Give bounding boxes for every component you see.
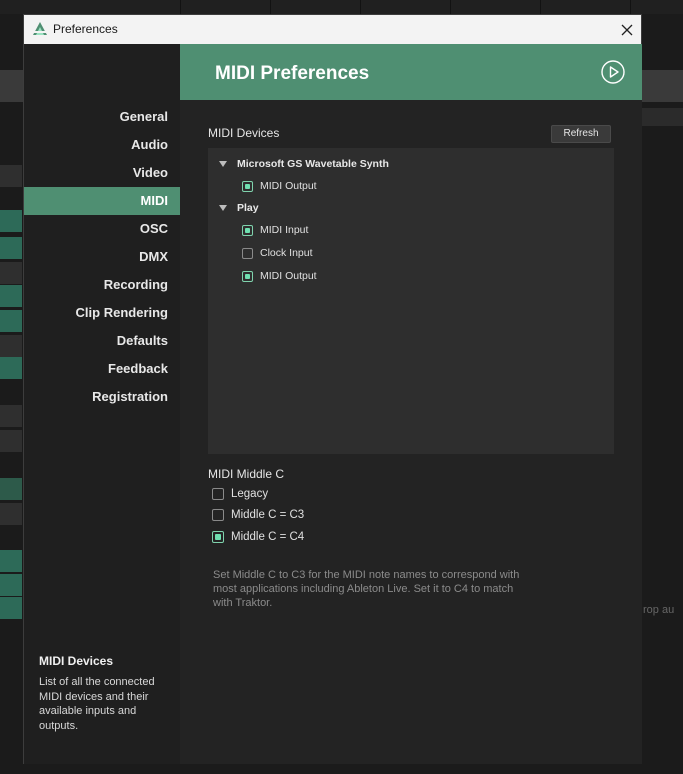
background-track-strip	[0, 262, 22, 284]
sidebar-item-recording[interactable]: Recording	[24, 271, 180, 299]
midi-devices-list: Microsoft GS Wavetable Synth MIDI Output…	[208, 148, 614, 454]
expand-triangle-icon[interactable]	[219, 161, 227, 167]
midi-output-checkbox[interactable]	[242, 180, 253, 192]
background-track-strip	[0, 430, 22, 452]
title-bar: Preferences	[24, 15, 641, 44]
help-title: MIDI Devices	[39, 654, 114, 668]
background-track-strip	[0, 550, 22, 572]
middle-c-c4-checkbox[interactable]	[212, 531, 224, 543]
sidebar-item-midi[interactable]: MIDI	[24, 187, 180, 215]
midi-output-checkbox[interactable]	[242, 270, 253, 282]
midi-devices-label: MIDI Devices	[208, 126, 280, 140]
middle-c-c3-checkbox[interactable]	[212, 509, 224, 521]
sidebar: General Audio Video MIDI OSC DMX Recording Clip…	[24, 44, 180, 764]
option-label: Clock Input	[260, 247, 313, 259]
middle-c-option: Middle C = C4	[212, 531, 304, 543]
background-track-strip	[0, 405, 22, 427]
expand-triangle-icon[interactable]	[219, 205, 227, 211]
background-track-strip	[0, 285, 22, 307]
option-label: Middle C = C4	[231, 531, 305, 543]
background-panel	[640, 108, 683, 126]
middle-c-option: Middle C = C3	[212, 509, 304, 521]
sidebar-item-feedback[interactable]: Feedback	[24, 355, 180, 383]
refresh-button[interactable]: Refresh	[551, 125, 611, 143]
play-circle-icon[interactable]	[601, 60, 625, 84]
option-label: Middle C = C3	[231, 509, 305, 521]
sidebar-item-registration[interactable]: Registration	[24, 383, 180, 411]
background-track-strip	[0, 357, 22, 379]
device-row: Play	[219, 202, 259, 214]
legacy-checkbox[interactable]	[212, 488, 224, 500]
background-track-strip	[0, 597, 22, 619]
page-header: MIDI Preferences	[180, 44, 642, 100]
device-name: Play	[237, 202, 259, 214]
sidebar-item-defaults[interactable]: Defaults	[24, 327, 180, 355]
page-title: MIDI Preferences	[215, 63, 370, 84]
device-option: MIDI Output	[242, 270, 317, 282]
middle-c-label: MIDI Middle C	[208, 467, 285, 481]
background-track-strip	[0, 335, 22, 357]
main-panel: MIDI Preferences MIDI Devices Refresh Mi…	[180, 44, 642, 764]
option-label: Legacy	[231, 488, 269, 500]
middle-c-description: Set Middle C to C3 for the MIDI note nam…	[213, 569, 520, 609]
option-label: MIDI Output	[260, 180, 317, 192]
device-option: MIDI Output	[242, 180, 317, 192]
device-name: Microsoft GS Wavetable Synth	[237, 158, 389, 170]
sidebar-item-clip-rendering[interactable]: Clip Rendering	[24, 299, 180, 327]
device-row: Microsoft GS Wavetable Synth	[219, 158, 389, 170]
device-option: MIDI Input	[242, 224, 308, 236]
sidebar-item-video[interactable]: Video	[24, 159, 180, 187]
background-partial-text: rop au	[643, 604, 675, 616]
option-label: MIDI Output	[260, 270, 317, 282]
sidebar-item-general[interactable]: General	[24, 103, 180, 131]
background-track-strip	[0, 237, 22, 259]
close-icon	[621, 24, 632, 35]
sidebar-nav: General Audio Video MIDI OSC DMX Recording Clip…	[24, 103, 180, 411]
close-button[interactable]	[612, 15, 641, 44]
sidebar-item-osc[interactable]: OSC	[24, 215, 180, 243]
window-title: Preferences	[53, 22, 118, 36]
sidebar-item-dmx[interactable]: DMX	[24, 243, 180, 271]
background-track-strip	[0, 478, 22, 500]
device-option: Clock Input	[242, 247, 313, 259]
preferences-window: Preferences General Audio Video MIDI OSC DMX R…	[23, 14, 642, 764]
help-panel: MIDI Devices List of all the connected M…	[39, 654, 169, 733]
background-track-strip	[0, 574, 22, 596]
app-logo-icon	[33, 22, 47, 35]
background-track-strip	[0, 503, 22, 525]
background-track-strip	[0, 310, 22, 332]
clock-input-checkbox[interactable]	[242, 247, 253, 259]
help-description: List of all the connected MIDI devices a…	[39, 676, 155, 732]
background-track-strip	[0, 165, 22, 187]
middle-c-option: Legacy	[212, 488, 268, 500]
sidebar-item-audio[interactable]: Audio	[24, 131, 180, 159]
midi-input-checkbox[interactable]	[242, 224, 253, 236]
background-track-strip	[0, 210, 22, 232]
option-label: MIDI Input	[260, 224, 309, 236]
background-toolbar	[0, 0, 683, 14]
